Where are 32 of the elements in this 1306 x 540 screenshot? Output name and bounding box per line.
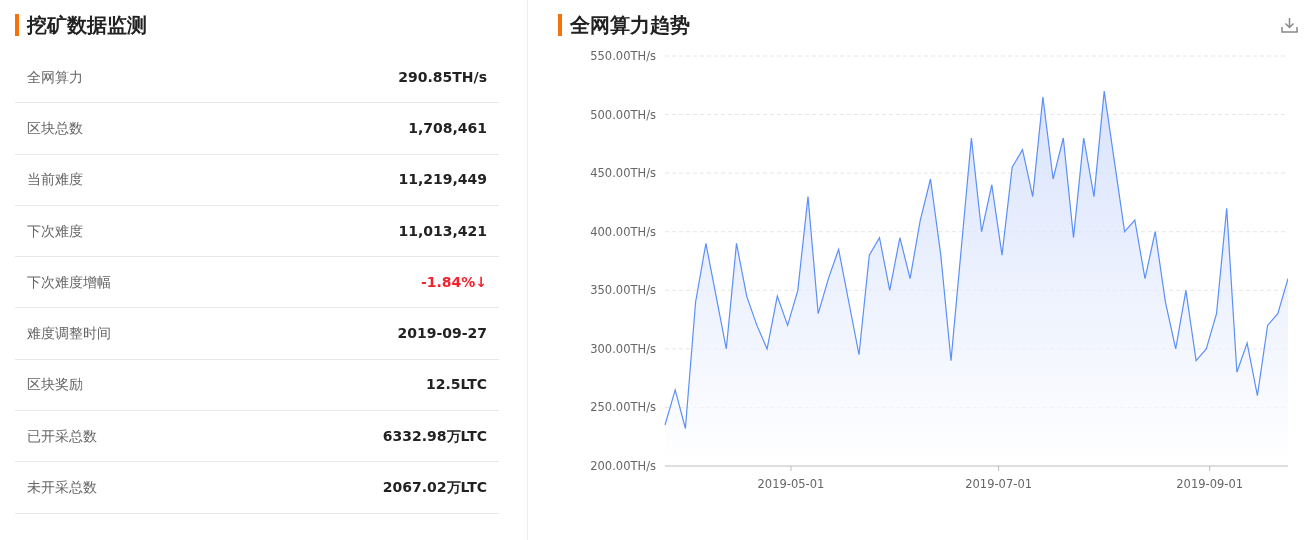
stat-value: 1,708,461: [408, 118, 487, 138]
stat-label: 当前难度: [27, 170, 83, 190]
x-tick-label: 2019-07-01: [965, 477, 1033, 491]
x-tick-label: 2019-05-01: [757, 477, 825, 491]
download-icon[interactable]: [1281, 17, 1298, 33]
stat-value: 12.5LTC: [426, 375, 487, 395]
stat-label: 难度调整时间: [27, 324, 111, 344]
stat-value: 2067.02万LTC: [382, 478, 487, 497]
y-tick-label: 300.00TH/s: [590, 341, 656, 356]
panel-title: 全网算力趋势: [558, 14, 690, 36]
stat-label: 下次难度增幅: [27, 272, 111, 292]
stat-value: 11,219,449: [398, 170, 487, 190]
stat-value: 290.85TH/s: [398, 67, 487, 87]
y-tick-label: 400.00TH/s: [590, 224, 656, 239]
y-tick-label: 500.00TH/s: [590, 107, 656, 122]
panel-title: 挖矿数据监测: [15, 14, 499, 36]
stat-label: 未开采总数: [27, 478, 97, 497]
stat-label: 已开采总数: [27, 426, 97, 446]
y-tick-label: 550.00TH/s: [590, 49, 656, 63]
y-tick-label: 250.00TH/s: [590, 400, 656, 415]
stat-value: 2019-09-27: [397, 324, 487, 344]
y-tick-label: 450.00TH/s: [590, 166, 656, 181]
x-tick-label: 2019-09-01: [1176, 477, 1244, 491]
stat-label: 区块总数: [27, 118, 83, 138]
stat-label: 下次难度: [27, 221, 83, 241]
stat-value: 6332.98万LTC: [382, 426, 487, 446]
stat-value: 11,013,421: [398, 221, 487, 241]
stat-value: -1.84%↓: [420, 272, 487, 292]
stat-label: 区块奖励: [27, 375, 83, 395]
y-tick-label: 200.00TH/s: [590, 459, 656, 473]
y-tick-label: 350.00TH/s: [590, 283, 656, 298]
stat-label: 全网算力: [27, 67, 83, 87]
